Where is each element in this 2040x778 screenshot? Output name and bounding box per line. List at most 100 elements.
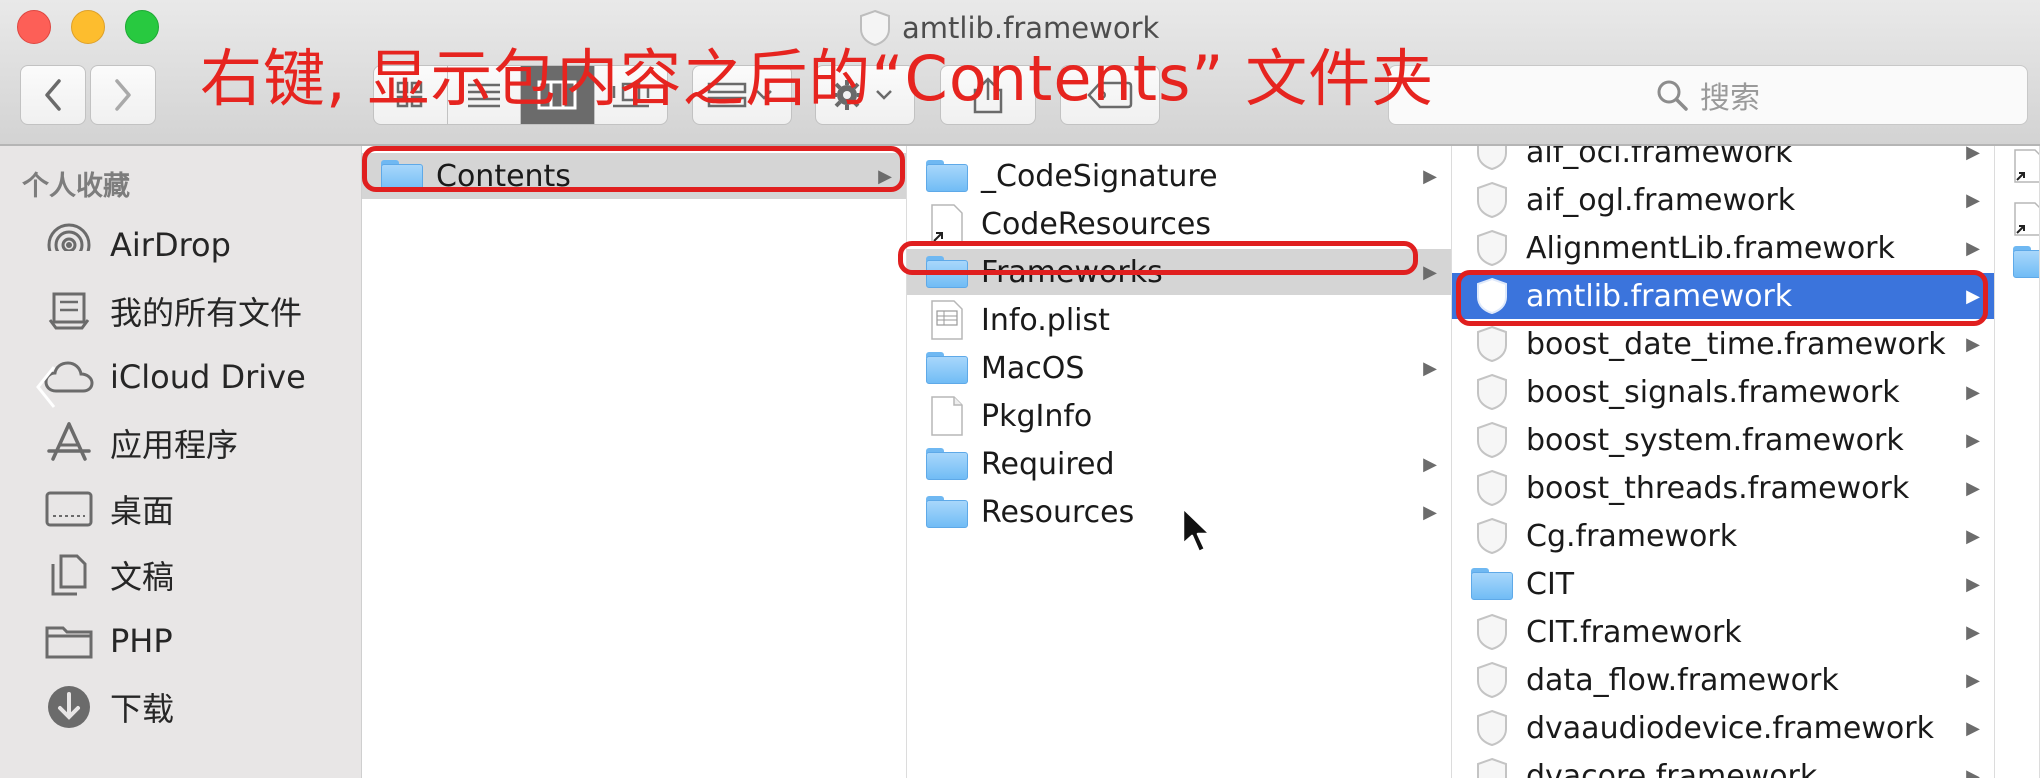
list-item[interactable]: Info.plist xyxy=(907,297,1451,343)
list-item[interactable]: dvaaudiodevice.framework ▶ xyxy=(1452,705,1994,751)
list-item[interactable]: dvacore.framework ▶ xyxy=(1452,753,1994,778)
sidebar-item-label: iCloud Drive xyxy=(110,358,306,396)
list-item[interactable]: boost_system.framework ▶ xyxy=(1452,417,1994,463)
disclosure-arrow-icon: ▶ xyxy=(1966,237,1980,259)
list-item[interactable]: Cg.framework ▶ xyxy=(1452,513,1994,559)
zoom-window-button[interactable] xyxy=(125,10,159,44)
file-icon xyxy=(925,396,969,436)
sidebar-item-label: 应用程序 xyxy=(110,426,239,464)
disclosure-arrow-icon: ▶ xyxy=(1966,621,1980,643)
list-item[interactable]: CIT ▶ xyxy=(1452,561,1994,607)
all-files-icon xyxy=(44,286,94,336)
folder-icon xyxy=(44,616,94,666)
framework-icon xyxy=(1470,372,1514,412)
chevron-left-icon xyxy=(36,366,56,408)
folder-icon xyxy=(925,444,969,484)
disclosure-arrow-icon: ▶ xyxy=(1966,573,1980,595)
disclosure-arrow-icon: ▶ xyxy=(1966,189,1980,211)
disclosure-arrow-icon: ▶ xyxy=(1966,669,1980,691)
sidebar-item-label: 下载 xyxy=(110,690,175,728)
disclosure-arrow-icon: ▶ xyxy=(1966,429,1980,451)
finder-window: amtlib.framework 搜索 右键, 显示包内容之后的“Content… xyxy=(0,0,2040,778)
framework-icon xyxy=(1470,612,1514,652)
airdrop-icon xyxy=(44,220,94,270)
disclosure-arrow-icon: ▶ xyxy=(1423,453,1437,475)
download-icon xyxy=(44,682,94,732)
disclosure-arrow-icon: ▶ xyxy=(1966,765,1980,778)
sidebar-item-documents[interactable]: 文稿 xyxy=(0,542,362,608)
disclosure-arrow-icon: ▶ xyxy=(1423,165,1437,187)
folder-icon xyxy=(2013,246,2039,278)
back-button[interactable] xyxy=(20,65,86,125)
highlight-frameworks xyxy=(898,241,1418,275)
sidebar-item-label: AirDrop xyxy=(110,226,231,264)
list-item[interactable]: boost_threads.framework ▶ xyxy=(1452,465,1994,511)
chevron-right-icon xyxy=(115,79,131,111)
search-placeholder: 搜索 xyxy=(1700,81,1760,116)
search-field[interactable]: 搜索 xyxy=(1388,65,2028,125)
list-item[interactable]: PkgInfo xyxy=(907,393,1451,439)
documents-icon xyxy=(44,550,94,600)
list-item[interactable]: Resources ▶ xyxy=(907,489,1451,535)
disclosure-arrow-icon: ▶ xyxy=(1966,477,1980,499)
list-item[interactable]: MacOS ▶ xyxy=(907,345,1451,391)
disclosure-arrow-icon: ▶ xyxy=(1966,525,1980,547)
framework-icon xyxy=(1470,516,1514,556)
close-window-button[interactable] xyxy=(17,10,51,44)
disclosure-arrow-icon: ▶ xyxy=(1966,146,1980,163)
sidebar-item-all-files[interactable]: 我的所有文件 xyxy=(0,278,362,344)
framework-icon xyxy=(1470,468,1514,508)
framework-icon xyxy=(1470,420,1514,460)
list-item[interactable]: data_flow.framework ▶ xyxy=(1452,657,1994,703)
disclosure-arrow-icon: ▶ xyxy=(1423,501,1437,523)
column-3: aif_ocl.framework ▶ aif_ogl.framework ▶ … xyxy=(1452,146,1995,778)
desktop-icon xyxy=(44,484,94,534)
annotation-text: 右键, 显示包内容之后的“Contents” 文件夹 xyxy=(200,42,1435,115)
chevron-left-icon xyxy=(45,79,61,111)
alias-folder-icon xyxy=(2014,202,2039,236)
list-item[interactable]: _CodeSignature ▶ xyxy=(907,153,1451,199)
sidebar-item-label: 文稿 xyxy=(110,558,175,596)
disclosure-arrow-icon: ▶ xyxy=(1966,333,1980,355)
disclosure-arrow-icon: ▶ xyxy=(1423,261,1437,283)
toolbar: amtlib.framework 搜索 右键, 显示包内容之后的“Content… xyxy=(0,0,2040,146)
disclosure-arrow-icon: ▶ xyxy=(1966,381,1980,403)
disclosure-arrow-icon: ▶ xyxy=(1423,357,1437,379)
mouse-cursor-icon xyxy=(1181,506,1212,554)
list-item[interactable]: CIT.framework ▶ xyxy=(1452,609,1994,655)
column-4 xyxy=(1995,146,2040,778)
folder-icon xyxy=(925,492,969,532)
sidebar: 个人收藏 AirDrop 我的所有文件 iCloud Drive 应用程序 桌面… xyxy=(0,146,362,778)
highlight-amtlib xyxy=(1456,270,1988,326)
framework-icon xyxy=(1470,228,1514,268)
folder-icon xyxy=(925,156,969,196)
plist-file-icon xyxy=(925,300,969,340)
sidebar-item-label: PHP xyxy=(110,622,173,660)
list-item[interactable]: Required ▶ xyxy=(907,441,1451,487)
framework-icon xyxy=(1470,756,1514,778)
sidebar-item-desktop[interactable]: 桌面 xyxy=(0,476,362,542)
sidebar-item-airdrop[interactable]: AirDrop xyxy=(0,212,362,278)
highlight-contents xyxy=(362,146,905,192)
alias-file-icon xyxy=(925,204,969,244)
list-item[interactable]: aif_ocl.framework ▶ xyxy=(1452,146,1994,175)
framework-icon xyxy=(1470,146,1514,172)
framework-icon xyxy=(1470,180,1514,220)
folder-icon xyxy=(1470,564,1514,604)
sidebar-item-applications[interactable]: 应用程序 xyxy=(0,410,362,476)
list-item[interactable]: AlignmentLib.framework ▶ xyxy=(1452,225,1994,271)
forward-button[interactable] xyxy=(90,65,156,125)
framework-icon xyxy=(1470,324,1514,364)
sidebar-item-label: 我的所有文件 xyxy=(110,294,303,332)
search-icon xyxy=(1657,80,1688,111)
alias-file-icon xyxy=(2014,149,2039,183)
sidebar-item-php[interactable]: PHP xyxy=(0,608,362,674)
framework-icon xyxy=(1470,708,1514,748)
folder-icon xyxy=(925,348,969,388)
minimize-window-button[interactable] xyxy=(71,10,105,44)
list-item[interactable]: boost_date_time.framework ▶ xyxy=(1452,321,1994,367)
sidebar-item-downloads[interactable]: 下载 xyxy=(0,674,362,740)
list-item[interactable]: aif_ogl.framework ▶ xyxy=(1452,177,1994,223)
list-item[interactable]: boost_signals.framework ▶ xyxy=(1452,369,1994,415)
column-1: Contents ▶ xyxy=(362,146,907,778)
